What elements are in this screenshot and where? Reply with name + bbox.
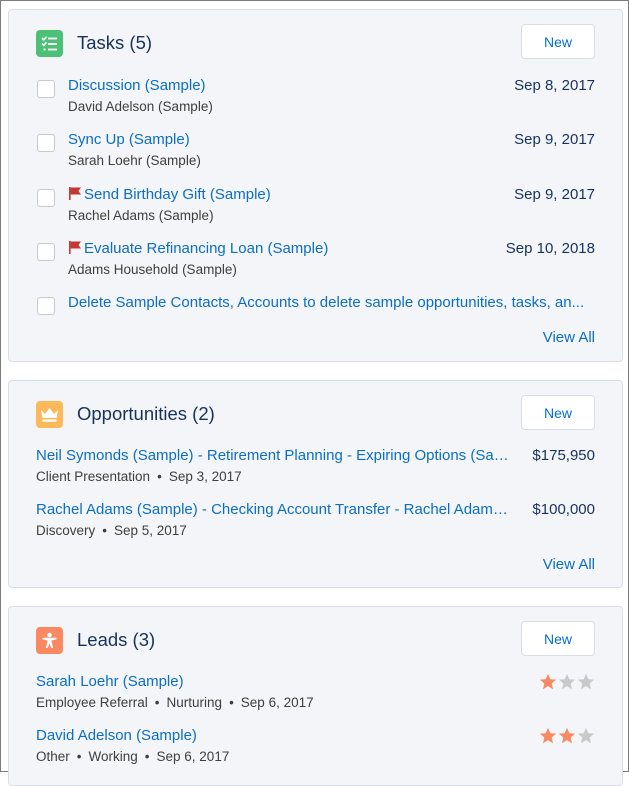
tasks-card: Tasks (5) New Discussion (Sample) David … xyxy=(8,9,623,362)
task-row: Send Birthday Gift (Sample) Rachel Adams… xyxy=(36,186,595,228)
opportunity-name-link[interactable]: Neil Symonds (Sample) - Retirement Plann… xyxy=(36,447,515,464)
high-priority-flag-icon xyxy=(69,241,81,254)
leads-title: Leads (3) xyxy=(77,629,156,650)
task-checklist-icon xyxy=(36,29,63,57)
task-checkbox[interactable] xyxy=(37,189,55,207)
lead-name-link[interactable]: David Adelson (Sample) xyxy=(36,727,197,744)
task-checkbox[interactable] xyxy=(37,134,55,152)
task-due-date: Sep 9, 2017 xyxy=(514,131,595,148)
lead-source: Other xyxy=(36,749,70,764)
task-row: Delete Sample Contacts, Accounts to dele… xyxy=(36,294,595,336)
lead-name-link[interactable]: Sarah Loehr (Sample) xyxy=(36,673,184,690)
separator-dot: • xyxy=(76,749,82,764)
lead-status: Working xyxy=(88,749,138,764)
tasks-title: Tasks (5) xyxy=(77,32,153,53)
lead-status: Nurturing xyxy=(166,695,223,710)
star-icon xyxy=(558,673,576,690)
leads-card: Leads (3) New Sarah Loehr (Sample) Emplo… xyxy=(8,606,623,786)
tasks-new-button[interactable]: New xyxy=(521,24,595,59)
task-due-date: Sep 9, 2017 xyxy=(514,186,595,203)
crown-icon xyxy=(36,400,63,428)
task-related-to: Adams Household (Sample) xyxy=(68,262,237,277)
task-checkbox[interactable] xyxy=(37,80,55,98)
opportunities-new-button[interactable]: New xyxy=(521,395,595,430)
lead-meta: Employee Referral • Nurturing • Sep 6, 2017 xyxy=(36,695,314,710)
lead-rating-stars xyxy=(538,727,595,745)
lead-meta: Other • Working • Sep 6, 2017 xyxy=(36,749,229,764)
task-subject-link[interactable]: Discussion (Sample) xyxy=(68,77,206,94)
task-due-date: Sep 8, 2017 xyxy=(514,77,595,94)
task-row: Sync Up (Sample) Sarah Loehr (Sample) Se… xyxy=(36,131,595,173)
opportunity-close-date: Sep 3, 2017 xyxy=(168,469,242,484)
opportunities-title: Opportunities (2) xyxy=(77,403,215,424)
task-row: Discussion (Sample) David Adelson (Sampl… xyxy=(36,77,595,119)
task-subject-text: Send Birthday Gift (Sample) xyxy=(84,186,271,203)
separator-dot: • xyxy=(157,469,162,484)
star-icon xyxy=(577,673,595,690)
opportunity-stage: Client Presentation xyxy=(36,469,151,484)
separator-dot: • xyxy=(229,695,234,710)
related-lists-panel: Tasks (5) New Discussion (Sample) David … xyxy=(0,0,629,786)
separator-dot: • xyxy=(102,523,107,538)
leads-card-header: Leads (3) xyxy=(36,625,155,655)
task-subject-link[interactable]: Sync Up (Sample) xyxy=(68,131,190,148)
lead-date: Sep 6, 2017 xyxy=(156,749,230,764)
tasks-view-all-link[interactable]: View All xyxy=(543,329,595,346)
star-icon xyxy=(539,673,557,690)
separator-dot: • xyxy=(154,695,160,710)
lead-date: Sep 6, 2017 xyxy=(240,695,314,710)
task-due-date: Sep 10, 2018 xyxy=(505,240,595,257)
tasks-card-header: Tasks (5) xyxy=(36,28,152,58)
opportunity-amount: $175,950 xyxy=(532,447,595,464)
task-subject-link[interactable]: Delete Sample Contacts, Accounts to dele… xyxy=(68,294,595,311)
lead-row: David Adelson (Sample) Other • Working • Sep… xyxy=(36,727,595,769)
high-priority-flag-icon xyxy=(69,187,81,200)
lead-person-icon xyxy=(36,626,63,654)
task-subject-text: Evaluate Refinancing Loan (Sample) xyxy=(84,240,329,257)
task-row: Evaluate Refinancing Loan (Sample) Adams… xyxy=(36,240,595,282)
lead-source: Employee Referral xyxy=(36,695,148,710)
leads-new-button[interactable]: New xyxy=(521,621,595,656)
opportunity-name-link[interactable]: Rachel Adams (Sample) - Checking Account… xyxy=(36,501,515,518)
lead-rating-stars xyxy=(538,673,595,691)
opportunity-meta: Client Presentation • Sep 3, 2017 xyxy=(36,469,242,484)
opportunity-row: Neil Symonds (Sample) - Retirement Plann… xyxy=(36,447,595,489)
separator-dot: • xyxy=(144,749,150,764)
task-related-to: Sarah Loehr (Sample) xyxy=(68,153,201,168)
opportunities-card: Opportunities (2) New Neil Symonds (Samp… xyxy=(8,380,623,588)
star-icon xyxy=(577,727,595,744)
task-related-to: David Adelson (Sample) xyxy=(68,99,213,114)
task-checkbox[interactable] xyxy=(37,297,55,315)
task-subject-link[interactable]: Send Birthday Gift (Sample) xyxy=(68,186,271,203)
task-checkbox[interactable] xyxy=(37,243,55,261)
task-related-to: Rachel Adams (Sample) xyxy=(68,208,214,223)
opportunities-view-all-link[interactable]: View All xyxy=(543,556,595,573)
opportunity-close-date: Sep 5, 2017 xyxy=(114,523,187,538)
opportunity-row: Rachel Adams (Sample) - Checking Account… xyxy=(36,501,595,543)
star-icon xyxy=(539,727,557,744)
opportunities-card-header: Opportunities (2) xyxy=(36,399,215,429)
task-subject-link[interactable]: Evaluate Refinancing Loan (Sample) xyxy=(68,240,328,257)
opportunity-amount: $100,000 xyxy=(532,501,595,518)
opportunity-stage: Discovery xyxy=(36,523,96,538)
opportunity-meta: Discovery • Sep 5, 2017 xyxy=(36,523,187,538)
star-icon xyxy=(558,727,576,744)
lead-row: Sarah Loehr (Sample) Employee Referral • N… xyxy=(36,673,595,715)
